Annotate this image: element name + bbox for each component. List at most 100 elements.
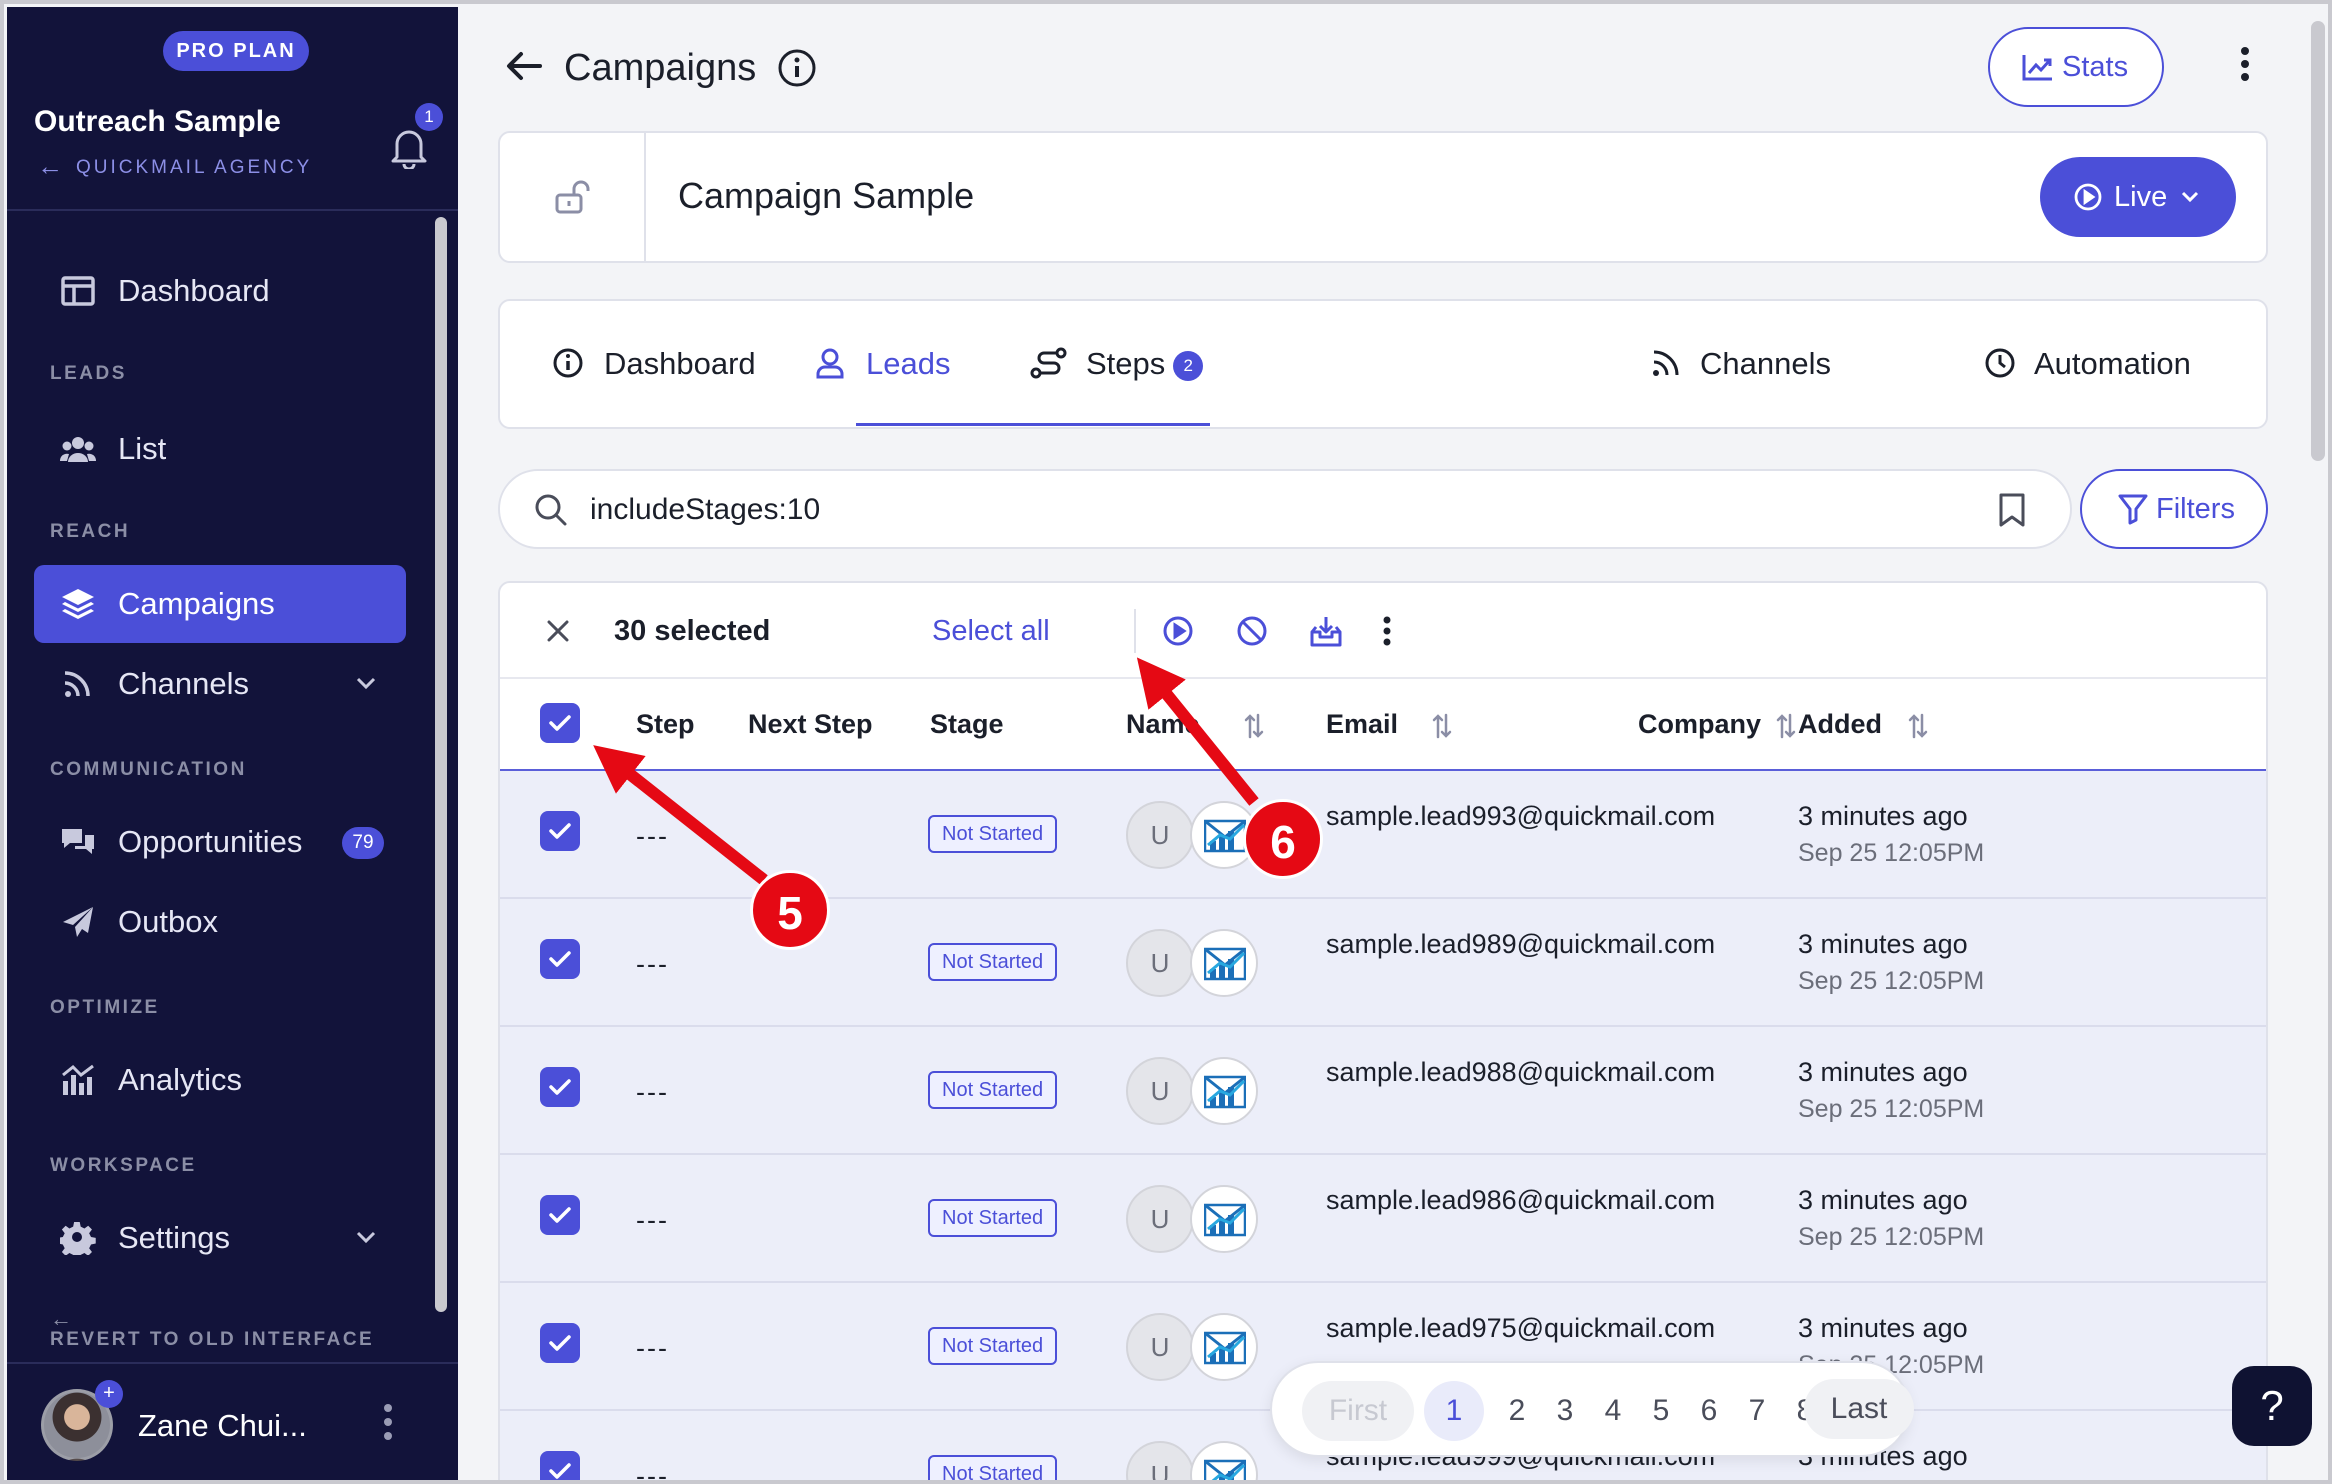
tab-leads[interactable]: Leads [814, 301, 950, 427]
play-circle-icon[interactable] [1162, 615, 1194, 647]
play-circle-icon [2074, 183, 2102, 211]
row-email[interactable]: sample.lead989@quickmail.com [1326, 929, 1715, 960]
main-scrollbar[interactable] [2311, 21, 2325, 461]
unlock-icon[interactable] [554, 179, 590, 215]
notification-count: 1 [415, 103, 443, 131]
download-tray-icon[interactable] [1310, 615, 1342, 647]
divider [1134, 609, 1136, 653]
section-optimize: OPTIMIZE [50, 997, 160, 1018]
bulk-action-bar: 30 selected Select all [500, 583, 2266, 679]
row-email[interactable]: sample.lead988@quickmail.com [1326, 1057, 1715, 1088]
tab-channels[interactable]: Channels [1650, 301, 1831, 427]
search-bar[interactable] [498, 469, 2072, 549]
sort-icon[interactable] [1432, 713, 1452, 739]
column-header-added[interactable]: Added [1798, 709, 1882, 740]
sidebar-item-opportunities[interactable]: Opportunities 79 [34, 803, 406, 881]
column-header-company[interactable]: Company [1638, 709, 1761, 740]
table-row[interactable]: --- Not Started Usample.lead988@quickmail.… [500, 1027, 2266, 1155]
row-added: 3 minutes ago [1798, 1057, 1968, 1087]
sidebar-item-analytics[interactable]: Analytics [34, 1041, 406, 1119]
sort-icon[interactable] [1776, 713, 1796, 739]
stats-button[interactable]: Stats [1988, 27, 2164, 107]
bookmark-icon[interactable] [1998, 493, 2026, 527]
row-checkbox[interactable] [540, 939, 580, 979]
row-checkbox[interactable] [540, 1451, 580, 1480]
row-checkbox[interactable] [540, 1195, 580, 1235]
row-email[interactable]: sample.lead986@quickmail.com [1326, 1185, 1715, 1216]
more-vertical-icon[interactable] [381, 1402, 395, 1442]
help-button[interactable]: ? [2232, 1366, 2312, 1446]
row-step: --- [636, 1461, 669, 1484]
stage-badge: Not Started [928, 943, 1058, 981]
select-all-checkbox[interactable] [540, 703, 580, 743]
page-button-5[interactable]: 5 [1638, 1381, 1684, 1441]
table-row[interactable]: --- Not Started Usample.lead986@quickmail.… [500, 1155, 2266, 1283]
analytics-icon [62, 1064, 94, 1095]
row-checkbox[interactable] [540, 811, 580, 851]
leads-table: 30 selected Select all Step Next Step St… [498, 581, 2268, 1484]
chevron-down-icon [2181, 191, 2199, 203]
more-vertical-icon[interactable] [1380, 615, 1394, 647]
campaign-name[interactable]: Campaign Sample [678, 175, 974, 217]
row-added-timestamp: Sep 25 12:05PM [1798, 1223, 1985, 1251]
row-added: 3 minutes ago [1798, 1313, 1968, 1343]
back-arrow-icon[interactable] [504, 49, 544, 83]
stats-label: Stats [2062, 51, 2129, 83]
avatar: U [1126, 801, 1194, 869]
row-checkbox[interactable] [540, 1067, 580, 1107]
campaign-status-dropdown[interactable]: Live [2040, 157, 2236, 237]
search-input[interactable] [590, 485, 1890, 535]
bell-icon[interactable] [389, 125, 429, 169]
users-icon [60, 437, 96, 462]
row-checkbox[interactable] [540, 1323, 580, 1363]
sidebar-scrollbar[interactable] [433, 217, 449, 1312]
page-button-3[interactable]: 3 [1542, 1381, 1588, 1441]
tab-automation[interactable]: Automation [1984, 301, 2191, 427]
sidebar-item-list[interactable]: List [34, 410, 406, 488]
page-button-6[interactable]: 6 [1686, 1381, 1732, 1441]
column-header-next-step[interactable]: Next Step [748, 709, 873, 740]
agency-link[interactable]: ← QUICKMAIL AGENCY [37, 151, 312, 182]
page-button-7[interactable]: 7 [1734, 1381, 1780, 1441]
sort-icon[interactable] [1908, 713, 1928, 739]
organization-name[interactable]: Outreach Sample [34, 105, 281, 139]
sidebar-item-settings[interactable]: Settings [34, 1199, 406, 1277]
column-header-stage[interactable]: Stage [930, 709, 1004, 740]
page-button-2[interactable]: 2 [1494, 1381, 1540, 1441]
sidebar-item-label: Outbox [118, 904, 218, 939]
back-arrow-icon: ← [50, 1306, 75, 1331]
sidebar-item-dashboard[interactable]: Dashboard [34, 252, 406, 330]
select-all-link[interactable]: Select all [932, 615, 1050, 648]
revert-interface-link[interactable]: ← REVERT TO OLD INTERFACE [50, 1306, 374, 1351]
more-options-icon[interactable] [2239, 47, 2251, 83]
ban-icon[interactable] [1236, 615, 1268, 647]
last-page-button[interactable]: Last [1804, 1379, 1914, 1439]
sidebar-item-outbox[interactable]: Outbox [34, 883, 406, 961]
user-menu[interactable]: + Zane Chui... [7, 1362, 458, 1480]
column-header-step[interactable]: Step [636, 709, 695, 740]
page-button-1[interactable]: 1 [1424, 1381, 1484, 1441]
add-account-button[interactable]: + [95, 1380, 123, 1408]
filters-button[interactable]: Filters [2080, 469, 2268, 549]
column-header-email[interactable]: Email [1326, 709, 1398, 740]
close-icon[interactable] [546, 619, 570, 643]
email-logo-icon [1204, 1075, 1246, 1109]
sidebar-item-channels[interactable]: Channels [34, 645, 406, 723]
avatar: U [1126, 1185, 1194, 1253]
tab-label: Automation [2034, 346, 2191, 381]
stage-badge: Not Started [928, 815, 1058, 853]
page-button-4[interactable]: 4 [1590, 1381, 1636, 1441]
email-logo-icon [1204, 1203, 1246, 1237]
section-reach: REACH [50, 521, 131, 542]
sort-icon[interactable] [1244, 713, 1264, 739]
row-added: 3 minutes ago [1798, 801, 1968, 831]
sidebar-item-campaigns[interactable]: Campaigns [34, 565, 406, 643]
campaign-header-card: Campaign Sample Live [498, 131, 2268, 263]
info-icon[interactable] [777, 48, 817, 88]
first-page-button[interactable]: First [1302, 1381, 1414, 1441]
column-header-name[interactable]: Name [1126, 709, 1200, 740]
row-email[interactable]: sample.lead993@quickmail.com [1326, 801, 1715, 832]
tab-steps[interactable]: Steps 2 [1030, 301, 1204, 427]
row-email[interactable]: sample.lead975@quickmail.com [1326, 1313, 1715, 1344]
tab-dashboard[interactable]: Dashboard [552, 301, 756, 427]
